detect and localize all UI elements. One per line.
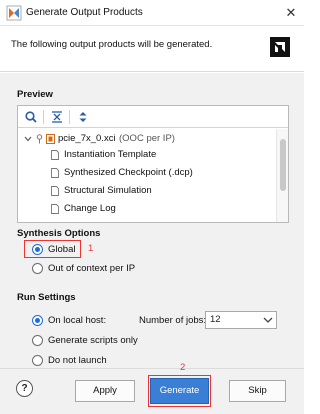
toolbar-separator (43, 110, 44, 124)
document-icon (51, 168, 59, 178)
output-products-tree: pcie_7x_0.xci (OOC per IP) Instantiation… (18, 129, 276, 222)
vivado-app-icon (6, 5, 22, 21)
annotation-number-1: 1 (88, 243, 94, 254)
tree-item-label: Instantiation Template (64, 149, 157, 160)
dialog-header: The following output products will be ge… (0, 26, 304, 72)
document-icon (51, 150, 59, 160)
dialog-content: Preview pcie_7x_0.xci (OOC per IP) Insta… (0, 73, 304, 414)
help-button[interactable]: ? (16, 380, 33, 397)
synthesis-options-title: Synthesis Options (17, 228, 101, 239)
jobs-value: 12 (210, 314, 221, 325)
tree-item-label: Structural Simulation (64, 185, 152, 196)
global-radio[interactable] (32, 244, 43, 255)
document-icon (51, 204, 59, 214)
title-bar: Generate Output Products ✕ (0, 0, 304, 26)
search-icon[interactable] (23, 109, 39, 125)
run-settings-title: Run Settings (17, 292, 76, 303)
generate-scripts-radio[interactable] (32, 335, 43, 346)
footer-divider (0, 368, 304, 369)
tree-item-suffix: (OOC per IP) (119, 133, 175, 144)
tree-item-label: Change Log (64, 203, 116, 214)
preview-title: Preview (17, 89, 53, 100)
out-of-context-radio[interactable] (32, 263, 43, 274)
chevron-down-icon[interactable] (24, 135, 32, 143)
expand-all-icon[interactable] (75, 109, 91, 125)
scrollbar-thumb[interactable] (280, 139, 286, 191)
toolbar-separator (69, 110, 70, 124)
ip-pin-icon (36, 134, 43, 144)
window-title: Generate Output Products (26, 7, 143, 18)
collapse-all-icon[interactable] (49, 109, 65, 125)
document-icon (51, 186, 59, 196)
generate-button[interactable]: Generate (150, 378, 209, 404)
annotation-number-2: 2 (180, 362, 186, 373)
close-button[interactable]: ✕ (278, 0, 304, 25)
chevron-down-icon[interactable] (260, 312, 276, 328)
jobs-label: Number of jobs: (139, 315, 207, 326)
do-not-launch-radio[interactable] (32, 355, 43, 366)
tree-item-label: Synthesized Checkpoint (.dcp) (64, 167, 193, 178)
xci-file-icon (46, 134, 55, 144)
apply-button[interactable]: Apply (75, 380, 135, 402)
out-of-context-label: Out of context per IP (48, 263, 136, 274)
preview-toolbar (18, 106, 288, 128)
global-label: Global (48, 244, 76, 255)
local-host-radio[interactable] (32, 315, 43, 326)
generate-scripts-label: Generate scripts only (48, 335, 138, 346)
header-description: The following output products will be ge… (11, 39, 213, 50)
preview-scrollbar[interactable] (276, 129, 288, 222)
local-host-label: On local host: (48, 315, 107, 326)
tree-item-label: pcie_7x_0.xci (58, 133, 116, 144)
jobs-select[interactable]: 12 (205, 311, 277, 329)
skip-button[interactable]: Skip (229, 380, 286, 402)
preview-panel: pcie_7x_0.xci (OOC per IP) Instantiation… (17, 105, 289, 223)
do-not-launch-label: Do not launch (48, 355, 107, 366)
amd-logo-icon (270, 37, 290, 57)
